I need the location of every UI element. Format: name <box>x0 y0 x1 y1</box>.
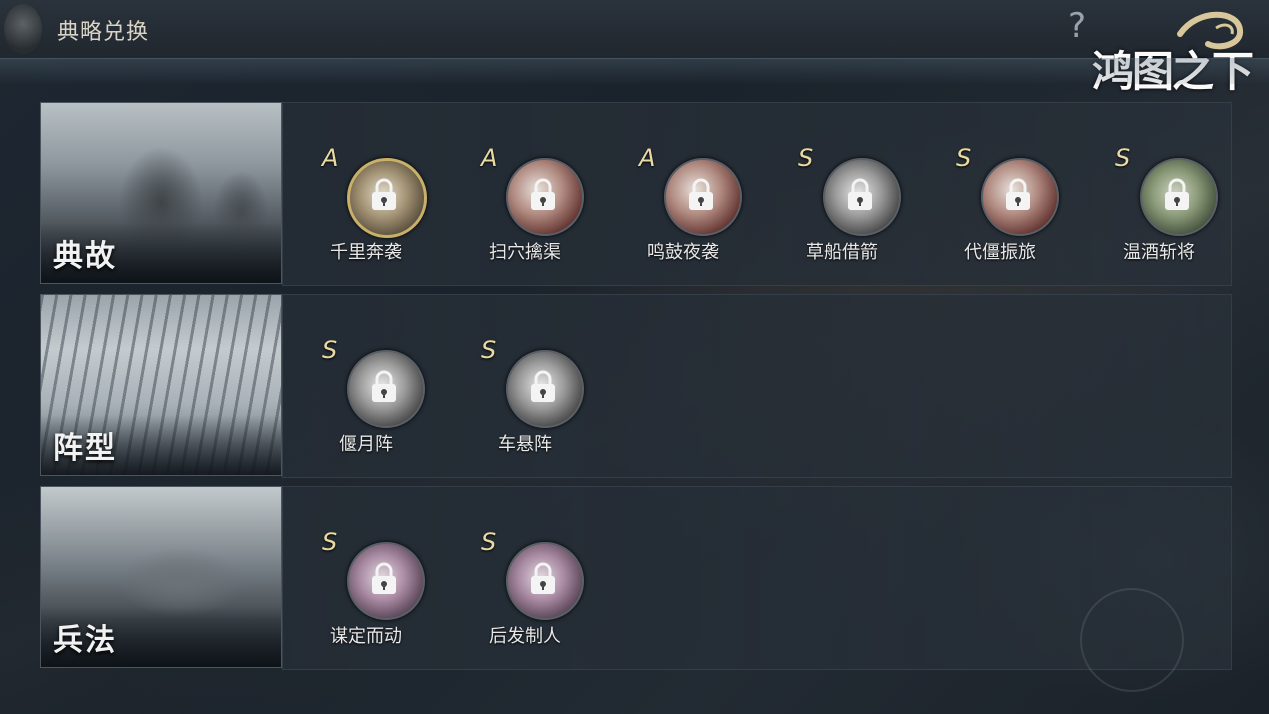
lock-icon <box>531 562 555 594</box>
grade-badge: S <box>322 336 338 364</box>
lock-icon <box>1165 178 1189 210</box>
section-label: 典故 <box>53 239 117 274</box>
section-label: 兵法 <box>53 623 117 658</box>
skill-name: 千里奔袭 <box>330 242 402 263</box>
grade-badge: S <box>798 144 814 172</box>
skill-item[interactable]: S 草船借箭 <box>782 140 902 263</box>
section-row-zhenxing: 阵型 S 偃月阵 S 车悬阵 <box>40 294 1232 478</box>
grade-badge: A <box>322 144 339 172</box>
grade-badge: S <box>481 528 497 556</box>
skill-item[interactable]: S 温酒斩将 <box>1099 140 1219 263</box>
joystick-ring[interactable] <box>1080 588 1184 692</box>
skill-name: 代僵振旅 <box>964 242 1036 263</box>
lock-icon <box>372 562 396 594</box>
skill-item[interactable]: A 鸣鼓夜袭 <box>623 140 743 263</box>
grade-badge: S <box>956 144 972 172</box>
skill-name: 车悬阵 <box>498 434 552 455</box>
skill-item[interactable]: S 后发制人 <box>465 524 585 647</box>
lock-icon <box>689 178 713 210</box>
lock-icon <box>531 370 555 402</box>
lock-icon <box>531 178 555 210</box>
skill-item[interactable]: S 偃月阵 <box>306 332 426 455</box>
section-row-dianggu: 典故 A 千里奔袭 A 扫穴擒渠 A 鸣鼓夜袭 S 草船借箭 S 代僵振旅 S … <box>40 102 1232 286</box>
grade-badge: S <box>1115 144 1131 172</box>
skill-name: 后发制人 <box>489 626 561 647</box>
emblem-icon <box>4 4 42 54</box>
skill-name: 偃月阵 <box>339 434 393 455</box>
lock-icon <box>372 370 396 402</box>
top-bar: 典略兑换 ? <box>0 0 1269 59</box>
lock-icon <box>372 178 396 210</box>
skill-item[interactable]: S 代僵振旅 <box>940 140 1060 263</box>
grade-badge: S <box>481 336 497 364</box>
section-thumbnail[interactable]: 典故 <box>40 102 282 284</box>
skill-item[interactable]: S 谋定而动 <box>306 524 426 647</box>
lock-icon <box>848 178 872 210</box>
page-title: 典略兑换 <box>57 20 150 45</box>
skill-item[interactable]: A 千里奔袭 <box>306 140 427 263</box>
skill-name: 鸣鼓夜袭 <box>647 242 719 263</box>
grade-badge: A <box>639 144 656 172</box>
header-band <box>0 58 1269 84</box>
lock-icon <box>1006 178 1030 210</box>
grade-badge: A <box>481 144 498 172</box>
skill-name: 扫穴擒渠 <box>489 242 561 263</box>
section-row-bingfa: 兵法 S 谋定而动 S 后发制人 <box>40 486 1232 670</box>
skill-name: 谋定而动 <box>330 626 402 647</box>
skill-item[interactable]: S 车悬阵 <box>465 332 585 455</box>
section-thumbnail[interactable]: 阵型 <box>40 294 282 476</box>
skill-item[interactable]: A 扫穴擒渠 <box>465 140 585 263</box>
section-thumbnail[interactable]: 兵法 <box>40 486 282 668</box>
skill-name: 温酒斩将 <box>1123 242 1195 263</box>
skill-name: 草船借箭 <box>806 242 878 263</box>
section-label: 阵型 <box>53 431 117 466</box>
grade-badge: S <box>322 528 338 556</box>
